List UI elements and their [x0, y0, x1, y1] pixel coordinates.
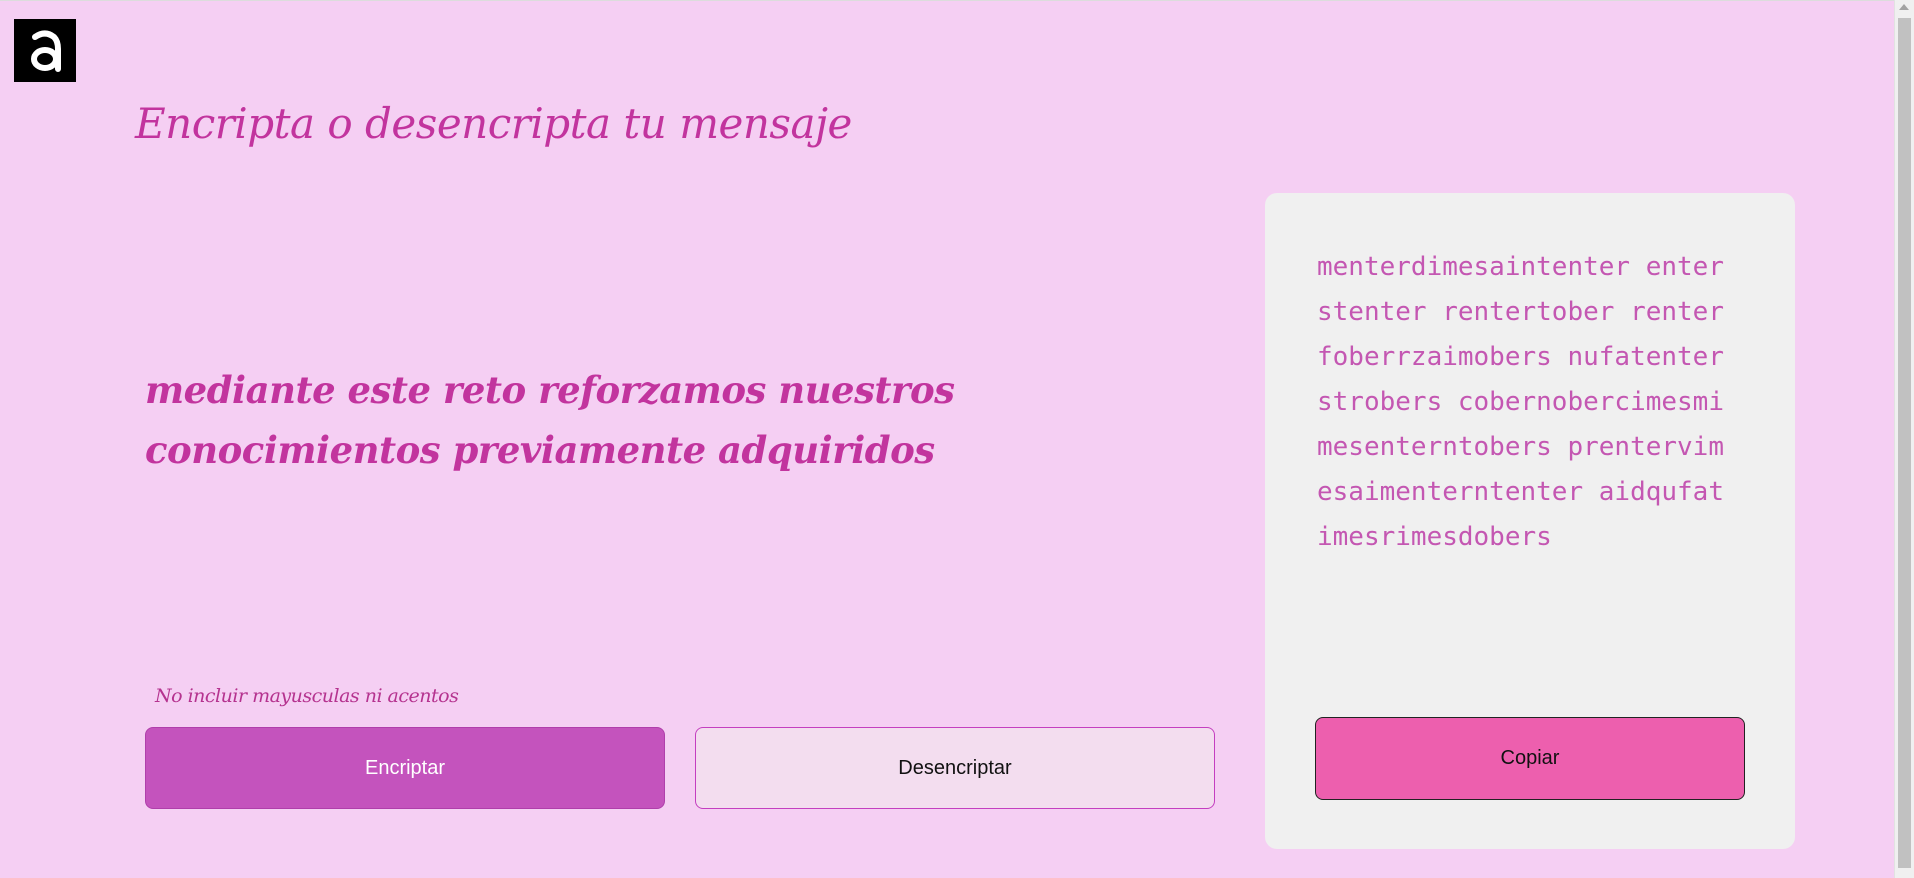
copy-button[interactable]: Copiar [1315, 717, 1745, 800]
scroll-up-arrow-icon[interactable] [1899, 4, 1909, 10]
message-input[interactable]: mediante este reto reforzamos nuestros c… [145, 360, 1045, 640]
alura-logo-icon [14, 19, 76, 82]
decrypt-button[interactable]: Desencriptar [695, 727, 1215, 809]
scrollbar-thumb[interactable] [1898, 18, 1911, 868]
vertical-scrollbar[interactable] [1894, 0, 1914, 878]
input-hint-text: No incluir mayusculas ni acentos [155, 685, 459, 707]
output-text: menterdimesaintenter enterstenter renter… [1317, 252, 1724, 552]
encrypt-button[interactable]: Encriptar [145, 727, 665, 809]
input-hint: No incluir mayusculas ni acentos [155, 681, 459, 711]
output-panel: menterdimesaintenter enterstenter renter… [1265, 193, 1795, 849]
page-title: Encripta o desencripta tu mensaje [135, 99, 852, 148]
window-top-border [0, 0, 1894, 1]
